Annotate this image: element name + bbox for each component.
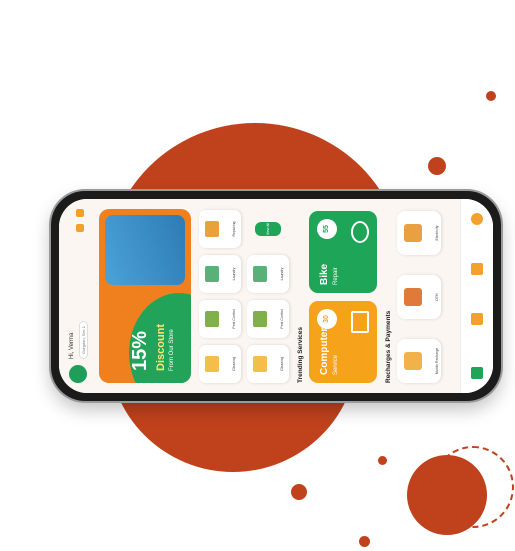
decorative-dot	[486, 91, 496, 101]
view-all-button[interactable]: View All	[255, 222, 281, 236]
trending-services-title: Trending Services	[297, 327, 304, 383]
recharge-tile-electricity[interactable]: Electricity	[397, 211, 441, 255]
recharge-label: Electricity	[435, 225, 439, 241]
phone-screen: Hi, Verma Gurgaon, Sec 1 15% Discount Fr…	[59, 199, 493, 393]
bottom-navigation	[460, 199, 493, 393]
location-selector[interactable]: Gurgaon, Sec 1	[79, 320, 88, 359]
service-label: Pest Control	[280, 309, 284, 329]
trending-card-computer-service[interactable]: Computer Service 30	[309, 301, 377, 383]
banner-word: Discount	[155, 323, 167, 371]
washing-machine-icon	[205, 266, 219, 282]
service-label: Laundry	[232, 267, 236, 281]
bike-icon	[351, 221, 369, 243]
cart-icon[interactable]	[471, 263, 483, 275]
service-label: Pest Control	[232, 309, 236, 329]
washing-machine-icon	[253, 266, 267, 282]
satellite-dish-icon	[404, 288, 422, 306]
service-tile-repairing[interactable]: Repairing	[199, 210, 241, 248]
header-actions	[71, 209, 89, 235]
hammer-icon	[205, 221, 219, 237]
service-label: Cleaning	[280, 357, 284, 371]
service-tile-pest-control-2[interactable]: Pest Control	[247, 300, 289, 338]
discount-banner[interactable]: 15% Discount From Our Store	[99, 209, 191, 383]
app-canvas: Hi, Verma Gurgaon, Sec 1 15% Discount Fr…	[59, 199, 493, 393]
decorative-dot	[291, 484, 307, 500]
decorative-dot	[428, 157, 446, 175]
phone-frame: Hi, Verma Gurgaon, Sec 1 15% Discount Fr…	[51, 191, 501, 401]
profile-icon[interactable]	[471, 213, 483, 225]
home-icon[interactable]	[471, 367, 483, 379]
decorative-dot	[378, 456, 387, 465]
service-label: Laundry	[280, 267, 284, 281]
recharges-payments-title: Recharges & Payments	[385, 310, 392, 383]
broom-icon	[253, 356, 267, 372]
grid-icon[interactable]	[471, 313, 483, 325]
service-label: Cleaning	[232, 357, 236, 371]
recharge-label: DTH	[435, 293, 439, 301]
computer-icon	[351, 311, 369, 333]
service-tile-laundry[interactable]: Laundry	[199, 255, 241, 293]
card-subtitle: Service	[333, 354, 339, 375]
banner-percent: 15%	[129, 330, 151, 371]
service-tile-cleaning-2[interactable]: Cleaning	[247, 345, 289, 383]
electricity-icon	[404, 224, 422, 242]
banner-photo	[105, 215, 185, 285]
decorative-dashed-ring	[432, 446, 514, 528]
card-subtitle: Repair	[333, 267, 339, 285]
card-badge: 55	[317, 219, 337, 239]
service-label: Repairing	[232, 221, 236, 237]
service-tile-cleaning[interactable]: Cleaning	[199, 345, 241, 383]
service-tile-laundry-2[interactable]: Laundry	[247, 255, 289, 293]
cart-icon[interactable]	[76, 224, 84, 233]
banner-subtitle: From Our Store	[169, 329, 175, 371]
decorative-dot	[359, 536, 370, 547]
app-logo-icon[interactable]	[69, 365, 87, 383]
spray-icon	[253, 311, 267, 327]
broom-icon	[205, 356, 219, 372]
trending-card-bike-repair[interactable]: Bike Repair 55	[309, 211, 377, 293]
recharge-label: Mobile Recharge	[435, 347, 439, 375]
card-badge: 30	[317, 309, 337, 329]
spray-icon	[205, 311, 219, 327]
mobile-recharge-icon	[404, 352, 422, 370]
recharge-tile-mobile[interactable]: Mobile Recharge	[397, 339, 441, 383]
app-header: Hi, Verma Gurgaon, Sec 1	[59, 199, 99, 393]
service-tile-pest-control[interactable]: Pest Control	[199, 300, 241, 338]
card-title: Bike	[319, 263, 330, 285]
greeting-text: Hi, Verma	[69, 332, 75, 359]
card-title: Computer	[319, 327, 330, 375]
recharge-tile-dth[interactable]: DTH	[397, 275, 441, 319]
notification-icon[interactable]	[76, 209, 84, 217]
